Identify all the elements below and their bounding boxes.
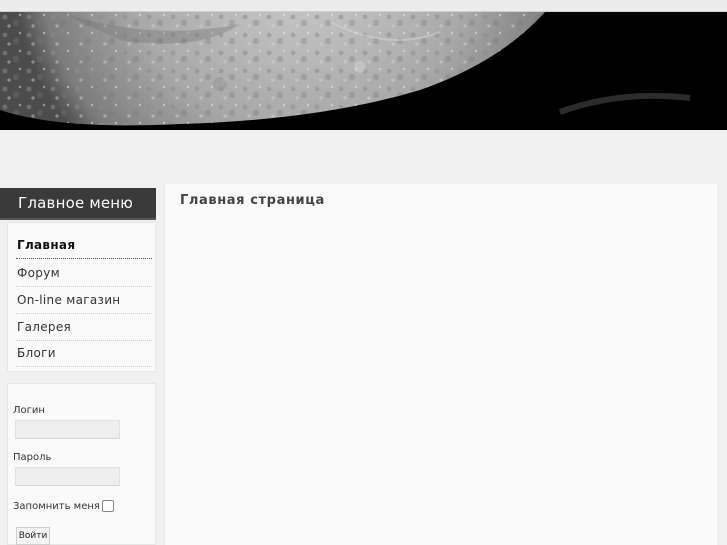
remember-me-checkbox[interactable] [102, 500, 114, 512]
menu-item-label: Главная [17, 238, 76, 252]
menu-item-label: Блоги [17, 346, 56, 360]
menu-item-online-shop[interactable]: On-line магазин [16, 287, 152, 314]
menu-item-forum[interactable]: Форум [16, 260, 152, 287]
header-banner-moon-image [0, 12, 727, 130]
main-menu-title: Главное меню [18, 194, 134, 212]
main-menu: Главная Форум On-line магазин Галерея Бл… [7, 222, 156, 372]
menu-item-label: Форум [17, 266, 60, 280]
password-input[interactable] [15, 467, 120, 486]
menu-item-label: Галерея [17, 320, 72, 334]
menu-item-gallery[interactable]: Галерея [16, 314, 152, 341]
moon-illustration [0, 12, 727, 130]
remember-me-label: Запомнить меня [13, 501, 100, 512]
main-content: Главная страница [164, 184, 717, 545]
login-form: Логин Пароль Запомнить меня Войти [7, 383, 156, 545]
menu-item-blogs[interactable]: Блоги [16, 340, 152, 367]
top-strip [0, 0, 727, 12]
login-submit-button[interactable]: Войти [16, 527, 50, 545]
main-menu-header: Главное меню [0, 188, 156, 220]
login-label: Логин [13, 405, 45, 416]
page-title: Главная страница [180, 193, 325, 208]
password-label: Пароль [13, 452, 52, 463]
header-spacer [0, 130, 727, 185]
column-gap [156, 188, 164, 545]
login-input[interactable] [15, 420, 120, 439]
menu-item-home[interactable]: Главная [16, 232, 152, 259]
menu-item-label: On-line магазин [17, 293, 121, 307]
